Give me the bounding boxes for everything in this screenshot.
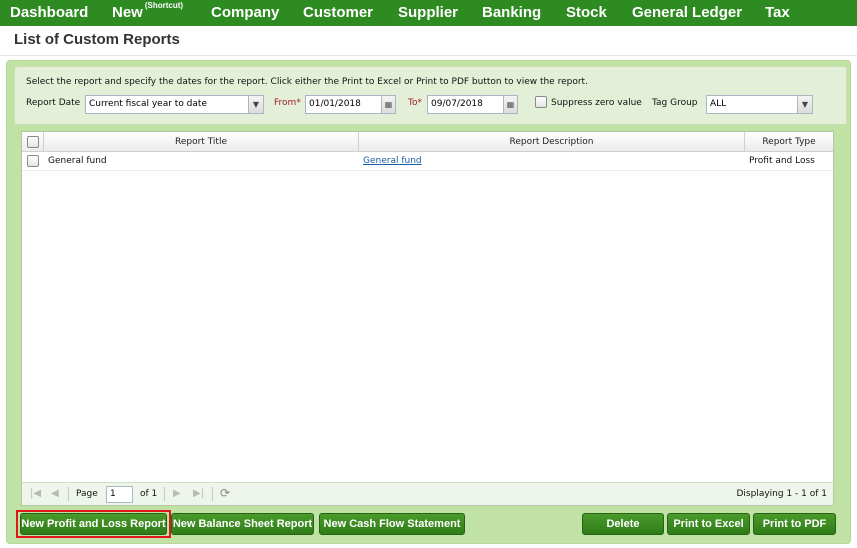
nav-dashboard[interactable]: Dashboard [10,4,88,21]
header-select-cell [22,132,44,152]
nav-new-shortcut-label: (Shortcut) [144,1,184,10]
nav-company[interactable]: Company [211,4,279,21]
refresh-icon[interactable]: ⟳ [220,486,230,500]
last-page-icon[interactable]: ▶| [193,488,204,499]
chevron-down-icon[interactable]: ▼ [248,96,263,113]
print-to-pdf-button[interactable]: Print to PDF [753,513,836,535]
reports-table: Report Title Report Description Report T… [21,131,834,506]
tag-group-label: Tag Group [652,98,698,108]
page-title: List of Custom Reports [14,31,180,48]
page-number-value: 1 [110,489,116,499]
nav-supplier[interactable]: Supplier [398,4,458,21]
from-date-value: 01/01/2018 [309,99,361,109]
table-row[interactable]: General fund General fund Profit and Los… [22,152,833,171]
to-label: To* [408,98,422,108]
from-date-input[interactable]: 01/01/2018 ▦ [305,95,396,114]
pagination-bar: |◀ ◀ Page 1 of 1 ▶ ▶| ⟳ Displaying 1 - 1… [21,482,834,506]
suppress-zero-checkbox[interactable] [535,96,547,108]
row-checkbox[interactable] [27,155,39,167]
select-all-checkbox[interactable] [27,136,39,148]
table-header: Report Title Report Description Report T… [22,132,833,152]
first-page-icon[interactable]: |◀ [30,488,41,499]
calendar-icon[interactable]: ▦ [503,96,517,113]
nav-tax[interactable]: Tax [765,4,790,21]
nav-new[interactable]: New (Shortcut) [112,1,184,21]
filter-instructions: Select the report and specify the dates … [26,77,588,87]
delete-button[interactable]: Delete [582,513,664,535]
nav-new-label: New [112,4,143,21]
page-count-label: of 1 [140,489,158,499]
to-required-mark: * [417,98,422,108]
row-title: General fund [48,156,107,166]
suppress-zero-label: Suppress zero value [551,98,642,108]
report-date-label: Report Date [26,98,81,108]
calendar-icon[interactable]: ▦ [381,96,395,113]
from-label: From* [274,98,301,108]
from-required-mark: * [296,98,301,108]
tag-group-select[interactable]: ALL ▼ [706,95,813,114]
displaying-count: Displaying 1 - 1 of 1 [736,489,828,499]
column-header-title[interactable]: Report Title [44,132,359,152]
nav-banking[interactable]: Banking [482,4,541,21]
report-date-value: Current fiscal year to date [89,99,207,109]
next-page-icon[interactable]: ▶ [173,488,181,499]
report-date-select[interactable]: Current fiscal year to date ▼ [85,95,264,114]
print-to-excel-button[interactable]: Print to Excel [667,513,750,535]
chevron-down-icon[interactable]: ▼ [797,96,812,113]
new-cash-flow-statement-button[interactable]: New Cash Flow Statement [319,513,465,535]
column-header-description[interactable]: Report Description [359,132,745,152]
title-divider [0,55,857,56]
row-type: Profit and Loss [749,156,815,166]
to-date-input[interactable]: 09/07/2018 ▦ [427,95,518,114]
nav-general-ledger[interactable]: General Ledger [632,4,742,21]
top-navigation-bar: Dashboard New (Shortcut) Company Customer… [0,0,857,26]
to-date-value: 09/07/2018 [431,99,483,109]
tag-group-value: ALL [710,99,727,109]
pager-divider [212,487,213,501]
pager-divider [68,487,69,501]
page-number-input[interactable]: 1 [106,486,133,503]
pager-divider [164,487,165,501]
new-profit-loss-report-button[interactable]: New Profit and Loss Report [20,513,167,535]
column-header-type[interactable]: Report Type [745,132,833,152]
nav-stock[interactable]: Stock [566,4,607,21]
nav-customer[interactable]: Customer [303,4,373,21]
previous-page-icon[interactable]: ◀ [51,488,59,499]
page-label: Page [76,489,98,499]
from-label-text: From [274,98,297,108]
new-balance-sheet-report-button[interactable]: New Balance Sheet Report [171,513,314,535]
row-description-link[interactable]: General fund [363,152,422,171]
